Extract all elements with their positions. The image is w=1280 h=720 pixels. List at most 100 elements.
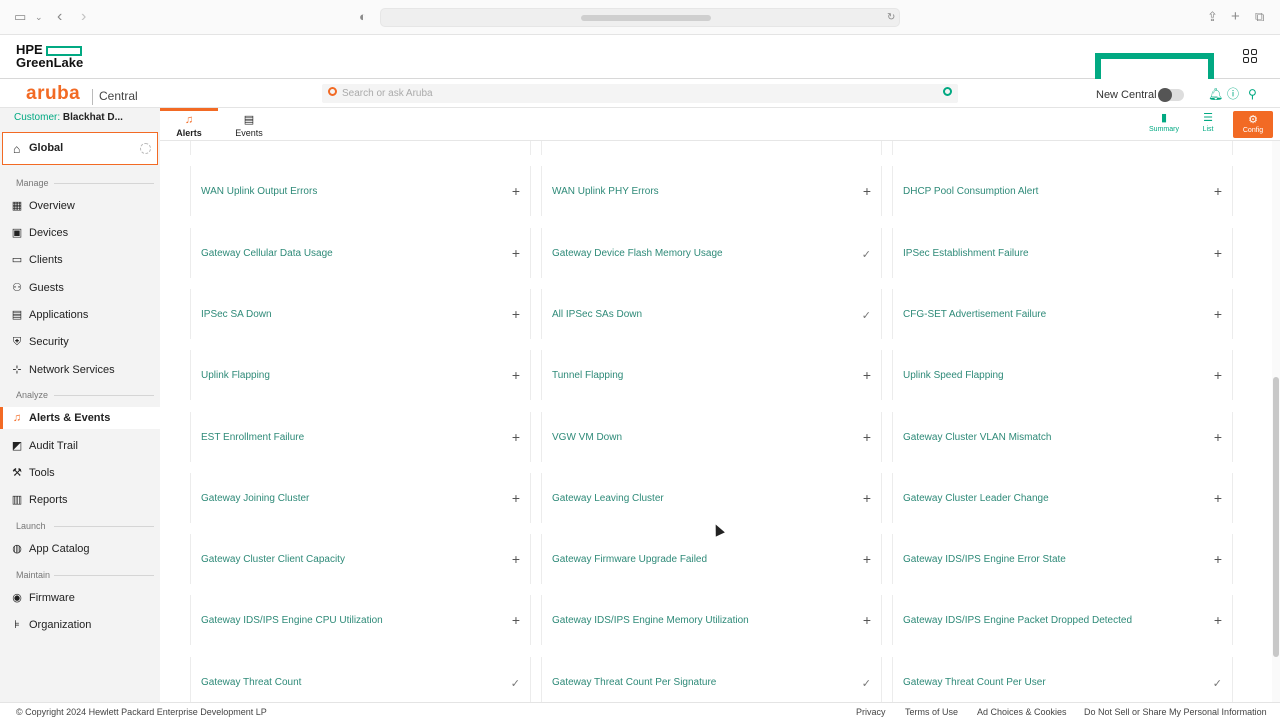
alert-card: DHCP Pool Consumption Alert + [892,166,1233,217]
add-alert-button[interactable]: + [512,184,520,198]
alert-card: Tunnel Flapping + [541,350,882,401]
tabs-overview-icon[interactable]: ⧉ [1255,9,1264,25]
sidebar-item-audit-trail[interactable]: ◩ Audit Trail [0,435,160,457]
share-icon[interactable]: ⇪ [1207,9,1218,25]
sidebar-item-organization[interactable]: ⊧ Organization [0,614,160,636]
sidebar-item-app-catalog[interactable]: ◍ App Catalog [0,538,160,560]
new-central-toggle[interactable] [1158,88,1184,102]
sidebar-item-overview[interactable]: ▦ Overview [0,195,160,217]
sidebar-item-tools[interactable]: ⚒ Tools [0,462,160,484]
add-alert-button[interactable]: + [1214,246,1222,260]
alert-card: WAN Uplink Autonegotiation State Change+ [541,141,882,155]
alert-card: Gateway Firmware Upgrade Failed + [541,534,882,585]
hpe-greenlake-logo[interactable]: HPE GreenLake [16,43,83,69]
list-view-button[interactable]: ☰ List [1196,112,1220,133]
alert-card: Gateway IDS/IPS Engine Memory Utilizatio… [541,595,882,646]
add-alert-button[interactable]: + [512,246,520,260]
bell-icon[interactable]: 🔔︎ [1208,88,1223,100]
back-arrow-icon[interactable]: ‹ [57,9,62,25]
summary-view-button[interactable]: ▮ Summary [1146,112,1182,133]
checkmark-icon[interactable]: ✓ [862,309,871,323]
footer-link-ad-choices[interactable]: Ad Choices & Cookies [977,707,1067,717]
add-alert-button[interactable]: + [512,613,520,627]
search-placeholder: Search or ask Aruba [342,88,433,99]
bell-icon: ♫ [184,114,194,126]
add-alert-button[interactable]: + [1214,430,1222,444]
add-alert-button[interactable]: + [512,552,520,566]
bar-chart-icon: ▮ [1160,112,1168,124]
alert-name: Gateway IDS/IPS Engine Packet Dropped De… [903,615,1133,627]
tab-alerts[interactable]: ♫ Alerts [160,108,218,141]
checkmark-icon[interactable]: ✓ [862,677,871,691]
add-alert-button[interactable]: + [512,368,520,382]
alert-name: Gateway Threat Count Per Signature [552,676,717,688]
scrollbar-thumb[interactable] [1273,377,1279,657]
aruba-logo[interactable]: aruba [26,84,80,103]
add-alert-button[interactable]: + [1214,307,1222,321]
search-icon[interactable] [943,87,952,96]
add-alert-button[interactable]: + [863,552,871,566]
add-alert-button[interactable]: + [1214,552,1222,566]
add-alert-button[interactable]: + [863,184,871,198]
customer-selector[interactable]: Customer: Blackhat D... [0,112,160,127]
footer-link-terms[interactable]: Terms of Use [905,707,958,717]
sidebar-toggle-icon[interactable]: ▭ [14,9,26,25]
add-alert-button[interactable]: + [1214,184,1222,198]
user-icon[interactable]: ⚲ [1248,88,1257,100]
forward-arrow-icon[interactable]: › [81,9,86,25]
alert-name: Gateway IDS/IPS Engine CPU Utilization [201,615,383,627]
alert-name: Gateway Threat Count Per User [903,676,1046,688]
alert-card: WAN Uplink Output Errors + [190,166,531,217]
scrollbar[interactable] [1272,141,1280,702]
search-input[interactable]: Search or ask Aruba [322,84,958,103]
sidebar-item-guests[interactable]: ⚇ Guests [0,277,160,299]
add-alert-button[interactable]: + [863,430,871,444]
chevron-down-icon[interactable]: ⌄ [35,9,43,25]
alert-name: Gateway Threat Count [201,676,302,688]
add-alert-button[interactable]: + [863,613,871,627]
sidebar-item-devices[interactable]: ▣ Devices [0,222,160,244]
config-view-button[interactable]: ⚙ Config [1233,111,1273,138]
sidebar-item-network-services[interactable]: ⊹ Network Services [0,359,160,381]
sidebar-item-firmware[interactable]: ◉ Firmware [0,587,160,609]
alert-card: Gateway Cluster Leader Change + [892,472,1233,523]
browser-toolbar: ▭ ⌄ ‹ › ◐ ↻ ⇪ + ⧉ [0,0,1280,35]
tab-events[interactable]: ▤ Events [224,108,274,141]
add-alert-button[interactable]: + [1214,613,1222,627]
sidebar-item-reports[interactable]: ▥ Reports [0,489,160,511]
add-alert-button[interactable]: + [512,307,520,321]
add-alert-button[interactable]: + [1214,368,1222,382]
add-alert-button[interactable]: + [863,491,871,505]
alert-name: Tunnel Flapping [552,370,624,382]
sidebar-item-clients[interactable]: ▭ Clients [0,249,160,271]
sidebar-item-security[interactable]: ⛨ Security [0,331,160,353]
add-alert-button[interactable]: + [863,368,871,382]
checkmark-icon[interactable]: ✓ [1213,677,1222,691]
home-icon: ⌂ [13,142,21,156]
checkmark-icon[interactable]: ✓ [862,248,871,262]
footer-link-privacy[interactable]: Privacy [856,707,886,717]
alert-card: Gateway Leaving Cluster + [541,472,882,523]
section-analyze: Analyze [16,390,49,400]
address-bar[interactable]: ↻ [380,8,900,27]
add-alert-button[interactable]: + [512,430,520,444]
alert-card: All IPSec SAs Down ✓ [541,288,882,339]
sidebar-item-alerts-events[interactable]: ♫ Alerts & Events [0,407,160,429]
alert-card: EST Enrollment Failure + [190,411,531,462]
help-icon[interactable]: ⓘ [1227,88,1239,100]
sidebar-item-applications[interactable]: ▤ Applications [0,304,160,326]
footer-link-do-not-sell[interactable]: Do Not Sell or Share My Personal Informa… [1084,707,1267,717]
alert-name: Gateway IDS/IPS Engine Error State [903,554,1066,566]
add-alert-button[interactable]: + [1214,491,1222,505]
add-alert-button[interactable]: + [512,491,520,505]
checkmark-icon[interactable]: ✓ [511,677,520,691]
reload-icon[interactable]: ↻ [887,10,895,26]
shield-icon[interactable]: ◐ [359,9,367,25]
alert-card: WAN Uplink PHY Errors + [541,166,882,217]
new-tab-icon[interactable]: + [1231,9,1240,25]
app-launcher-icon[interactable] [1243,49,1257,63]
scope-selector[interactable]: ⌂ Global [2,132,158,165]
alert-card: VGW VM Down + [541,411,882,462]
alert-config-grid: WAN Uplink Status Change✓ WAN Uplink Auto… [160,141,1272,702]
alert-name: VGW VM Down [552,431,623,443]
